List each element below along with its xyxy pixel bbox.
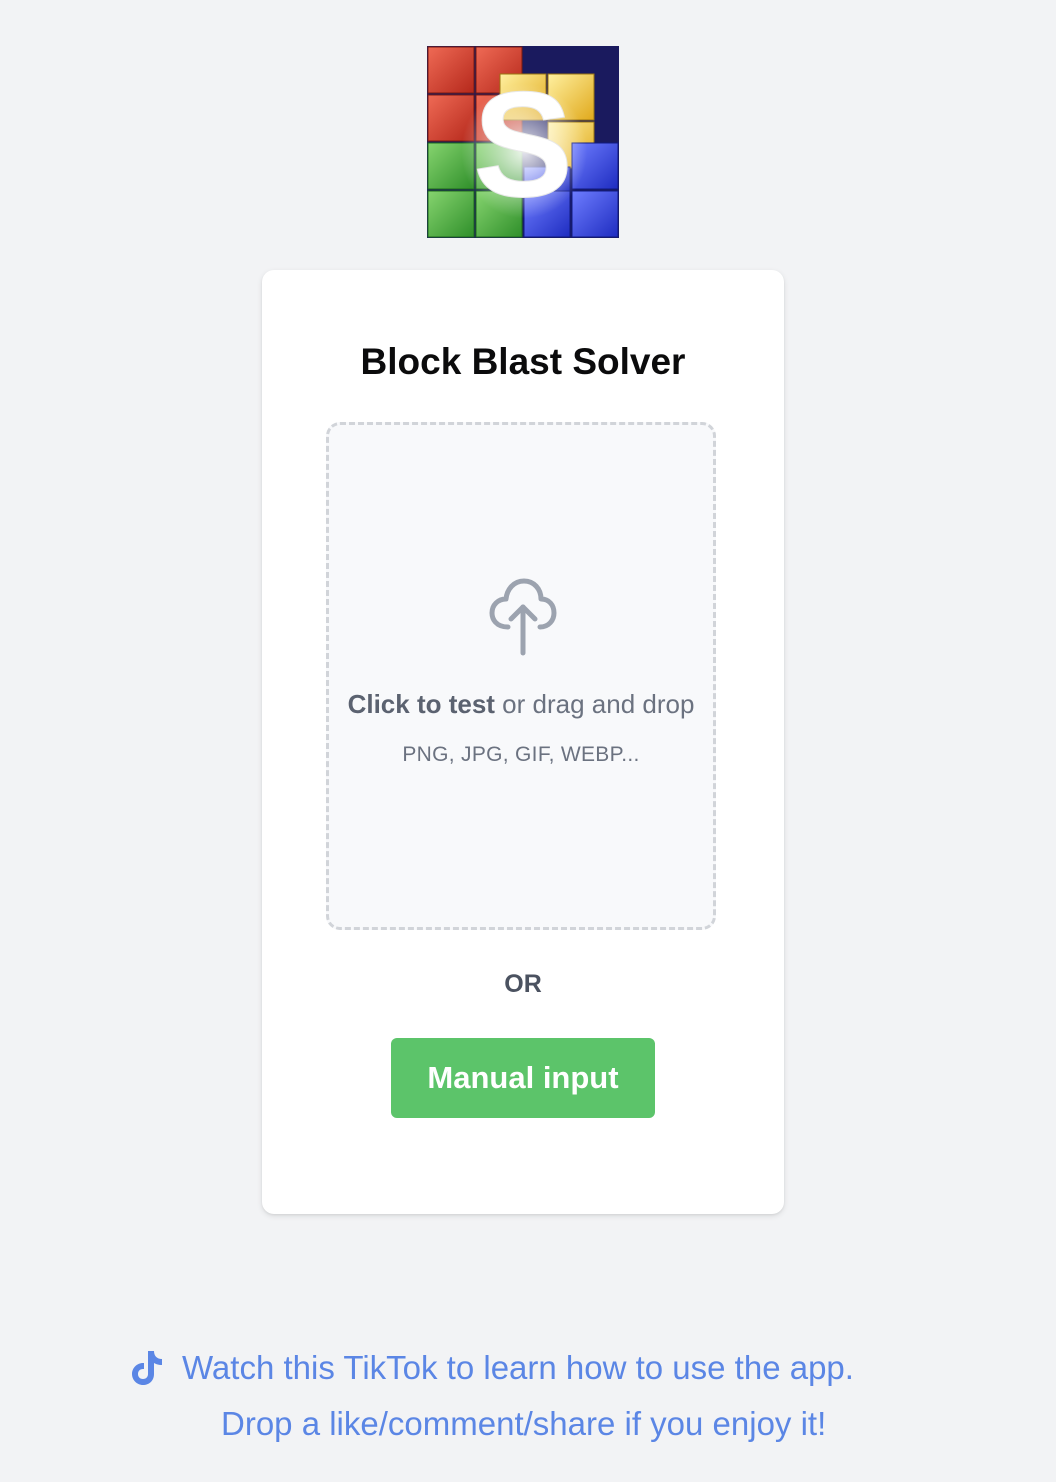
footer-line-1: Watch this TikTok to learn how to use th… [130, 1340, 854, 1396]
manual-input-button[interactable]: Manual input [391, 1038, 655, 1118]
or-divider: OR [504, 970, 542, 998]
page-title: Block Blast Solver [360, 341, 686, 382]
logo-letter: S [473, 60, 573, 228]
cloud-upload-icon [489, 578, 557, 656]
tiktok-icon[interactable] [130, 1349, 164, 1387]
image-dropzone[interactable]: Click to test or drag and drop PNG, JPG,… [326, 422, 716, 930]
app-logo: S [427, 46, 619, 238]
solver-card: Block Blast Solver Click to test or drag… [262, 270, 784, 1214]
footer-line-2[interactable]: Drop a like/comment/share if you enjoy i… [221, 1396, 826, 1452]
tiktok-link[interactable]: Watch this TikTok to learn how to use th… [182, 1340, 854, 1396]
click-to-test-label[interactable]: Click to test [348, 689, 495, 719]
logo-graphic: S [427, 46, 619, 238]
dropzone-cta: Click to test or drag and drop [323, 688, 719, 720]
drag-drop-label: or drag and drop [494, 689, 695, 719]
supported-formats: PNG, JPG, GIF, WEBP... [402, 743, 640, 766]
